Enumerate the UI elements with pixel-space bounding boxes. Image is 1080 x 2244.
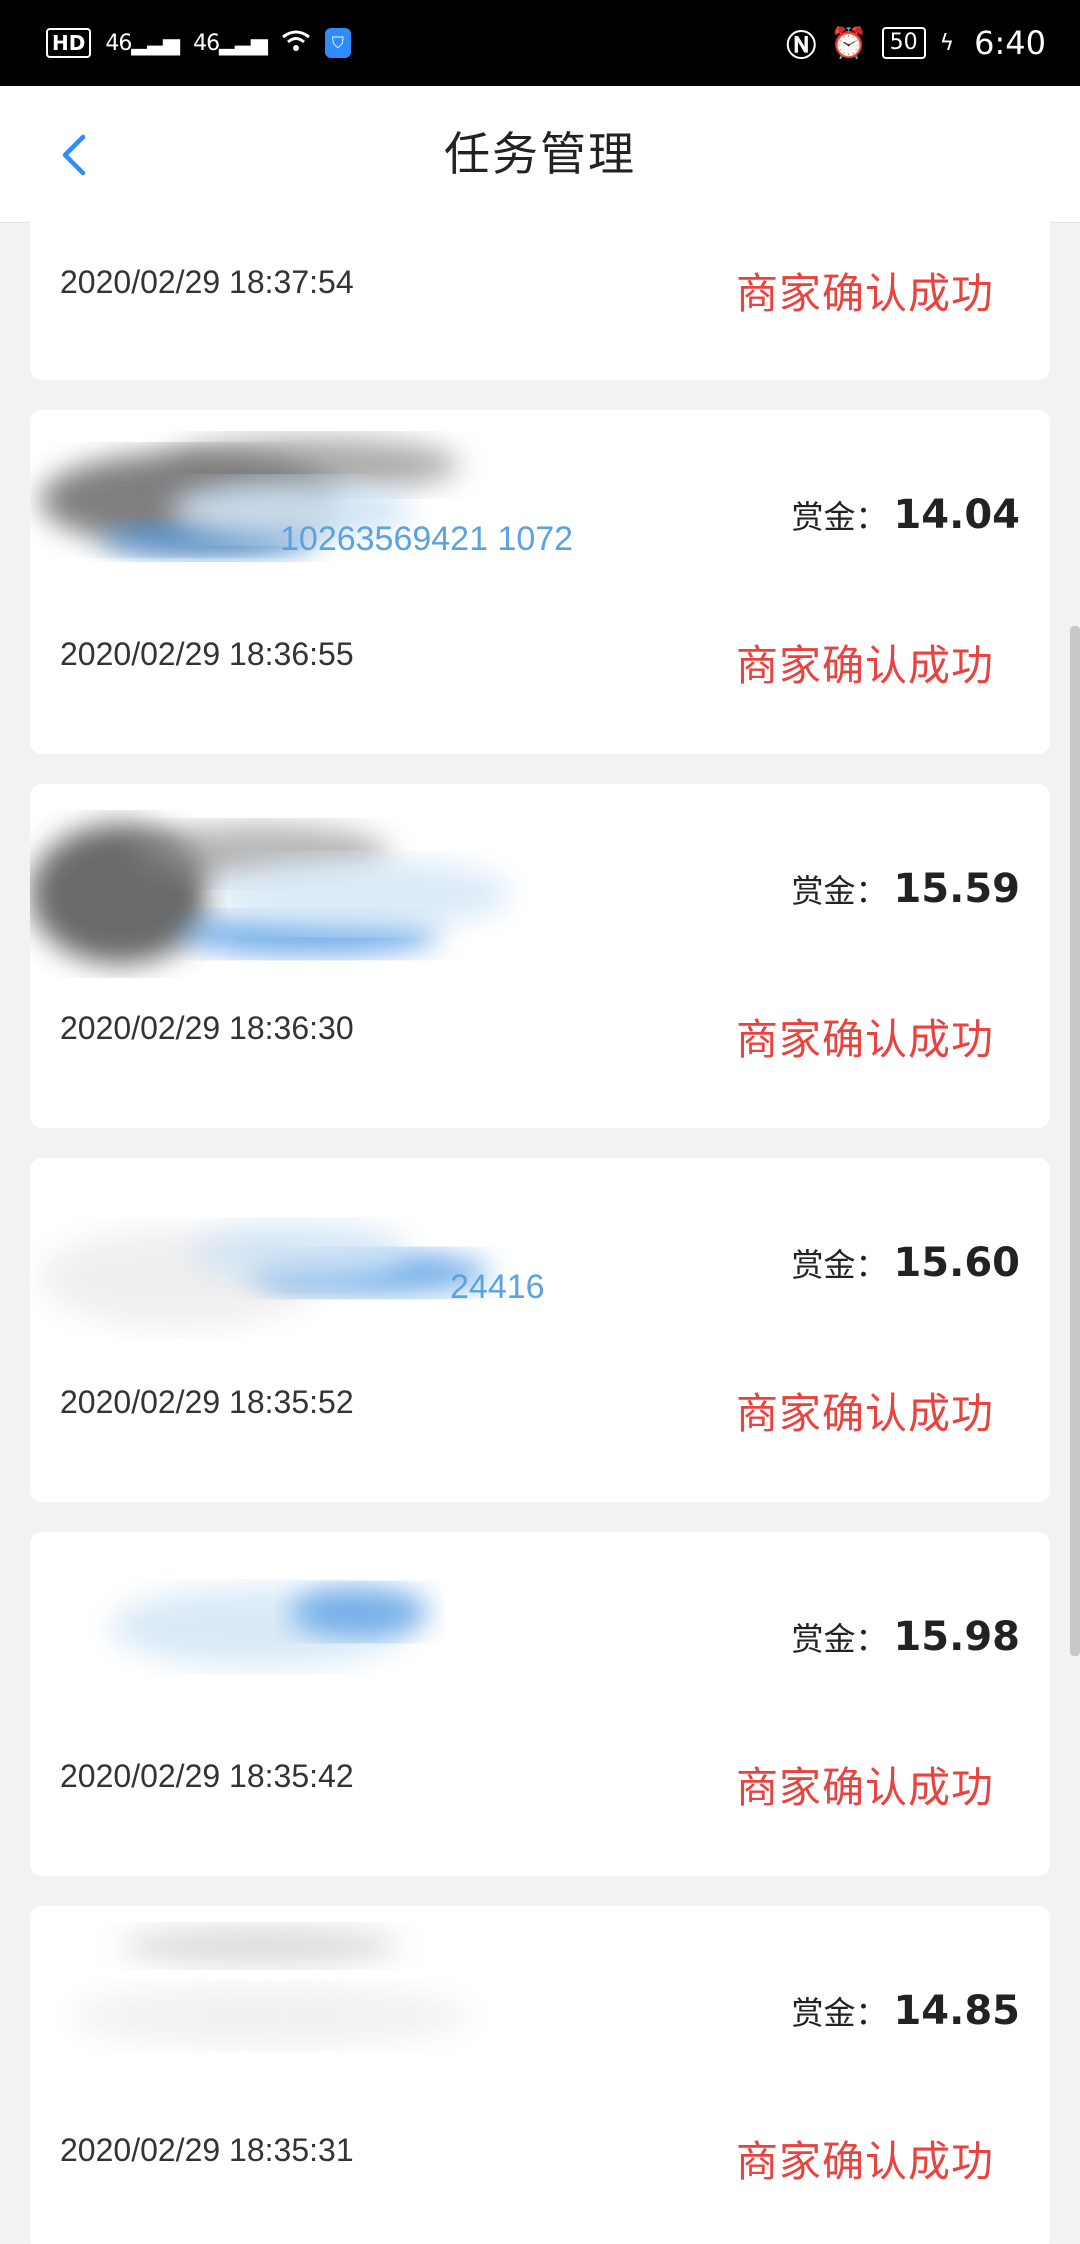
- battery-icon: 50: [881, 27, 926, 59]
- reward-amount: 15.59: [893, 866, 1020, 912]
- reward-amount: 15.60: [893, 1240, 1020, 1286]
- task-card[interactable]: 赏金： 15.59 2020/02/29 18:36:30 商家确认成功: [30, 784, 1050, 1128]
- task-status: 商家确认成功: [735, 269, 994, 318]
- reward: 赏金： 14.04: [791, 492, 1020, 538]
- reward-label: 赏金：: [791, 1620, 888, 1658]
- navigation-bar: 任务管理: [0, 86, 1080, 223]
- task-card[interactable]: 10263569421 1072 赏金： 14.04 2020/02/29 18…: [30, 410, 1050, 754]
- task-time: 2020/02/29 18:36:55: [60, 636, 354, 672]
- redacted-info-blur: 24416: [40, 1223, 545, 1328]
- task-time: 2020/02/29 18:35:52: [60, 1384, 354, 1420]
- task-status: 商家确认成功: [735, 1763, 994, 1812]
- task-status: 商家确认成功: [735, 1389, 994, 1438]
- reward-label: 赏金：: [791, 498, 888, 536]
- reward-label: 赏金：: [791, 872, 888, 910]
- alarm-icon: ⏰: [830, 25, 868, 61]
- masked-id-text: 24416: [450, 1268, 545, 1306]
- shield-icon: ⛉: [324, 28, 351, 58]
- task-card[interactable]: 赏金： 15.98 2020/02/29 18:35:42 商家确认成功: [30, 1532, 1050, 1876]
- task-status: 商家确认成功: [735, 2137, 994, 2186]
- masked-id-text: 10263569421 1072: [280, 520, 573, 558]
- signal-icon-2: 46▂▃▅: [193, 30, 268, 56]
- reward-amount: 15.98: [893, 1614, 1020, 1660]
- charging-icon: ϟ: [939, 30, 955, 56]
- page-title: 任务管理: [444, 127, 636, 181]
- status-bar: HD 46▂▃▅ 46▂▃▅ ⛉ Ⓝ ⏰ 50 ϟ 6:40: [0, 0, 1080, 86]
- status-time: 6:40: [974, 24, 1046, 62]
- task-card[interactable]: 24416 赏金： 15.60 2020/02/29 18:35:52 商家确认…: [30, 1158, 1050, 1502]
- task-list[interactable]: 2020/02/29 18:37:54 商家确认成功 10263569421 1…: [0, 222, 1080, 2244]
- redacted-info-blur: 10263569421 1072: [40, 437, 573, 558]
- wifi-icon: [281, 26, 311, 61]
- reward: 赏金： 15.59: [791, 866, 1020, 912]
- task-time: 2020/02/29 18:35:42: [60, 1758, 354, 1794]
- reward-amount: 14.04: [893, 492, 1020, 538]
- redacted-info-blur: [30, 824, 510, 964]
- task-card[interactable]: 赏金： 14.85 2020/02/29 18:35:31 商家确认成功: [30, 1906, 1050, 2244]
- reward: 赏金： 14.85: [791, 1988, 1020, 2034]
- redacted-info-blur: [110, 1586, 430, 1667]
- task-time: 2020/02/29 18:35:31: [60, 2132, 354, 2168]
- scrollbar[interactable]: [1070, 626, 1080, 1656]
- reward: 赏金： 15.98: [791, 1614, 1020, 1660]
- task-time: 2020/02/29 18:36:30: [60, 1010, 354, 1046]
- reward-label: 赏金：: [791, 1994, 888, 2032]
- task-time: 2020/02/29 18:37:54: [60, 264, 354, 300]
- task-status: 商家确认成功: [735, 1015, 994, 1064]
- status-bar-right: Ⓝ ⏰ 50 ϟ 6:40: [786, 21, 1046, 65]
- task-card[interactable]: 2020/02/29 18:37:54 商家确认成功: [30, 222, 1050, 380]
- signal-icon: 46▂▃▅: [105, 30, 180, 56]
- redacted-info-blur: [70, 1926, 470, 2046]
- reward: 赏金： 15.60: [791, 1240, 1020, 1286]
- nfc-icon: Ⓝ: [786, 29, 817, 64]
- hd-badge: HD: [46, 28, 92, 58]
- status-bar-left: HD 46▂▃▅ 46▂▃▅ ⛉: [46, 26, 351, 61]
- task-status: 商家确认成功: [735, 641, 994, 690]
- reward-amount: 14.85: [893, 1988, 1020, 2034]
- reward-label: 赏金：: [791, 1246, 888, 1284]
